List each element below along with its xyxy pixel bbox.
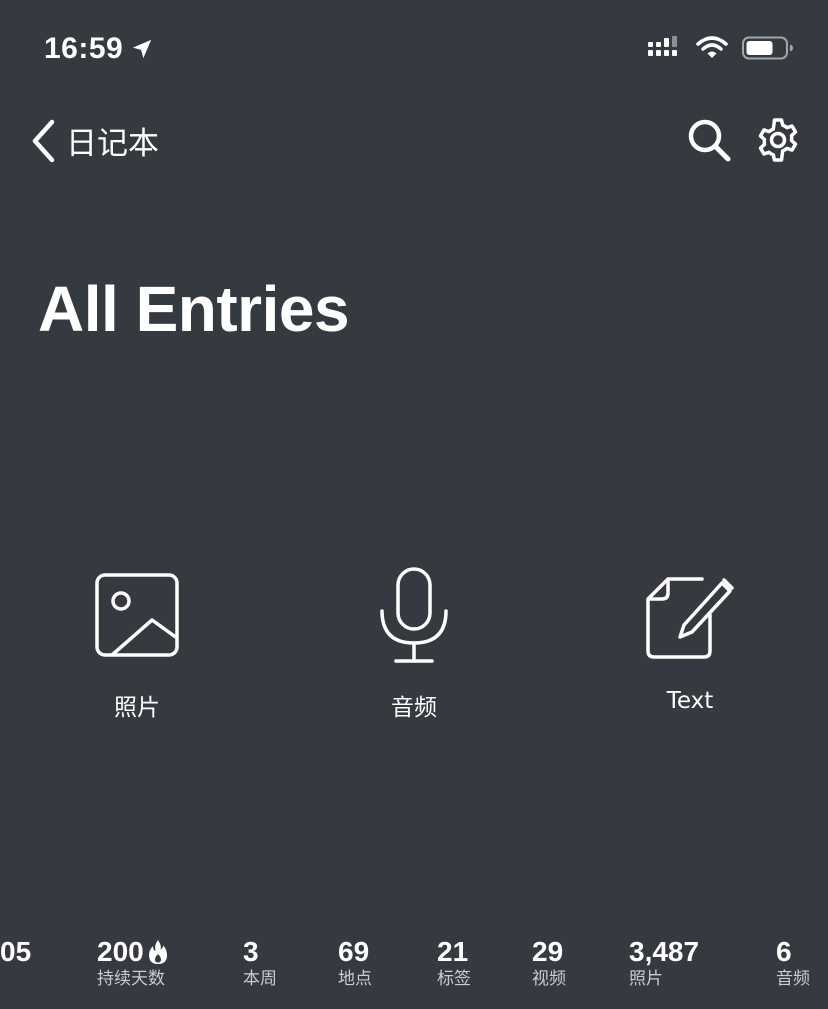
- status-bar: 16:59: [0, 0, 828, 100]
- gear-icon: [758, 118, 798, 162]
- flame-icon: [148, 940, 167, 964]
- status-time: 16:59: [44, 32, 153, 66]
- stat-value: 21: [437, 936, 469, 967]
- stat-label: 本周: [243, 969, 277, 989]
- stat-label: 地点: [338, 969, 372, 989]
- nav-bar: 日记本: [0, 110, 828, 170]
- stat-label: 照片: [629, 969, 663, 989]
- battery-icon: [742, 36, 793, 60]
- text-entry-label: Text: [666, 688, 714, 714]
- stat-item[interactable]: 3 本周: [243, 936, 277, 990]
- photo-icon-wrap: [94, 560, 180, 670]
- stat-label: 视频: [532, 969, 566, 989]
- stat-value-number: 200: [97, 936, 144, 967]
- text-entry-button[interactable]: Text: [590, 560, 790, 714]
- stat-item-streak[interactable]: 200 持续天数: [97, 936, 168, 990]
- search-icon: [688, 119, 731, 162]
- stat-item[interactable]: 05: [0, 936, 31, 968]
- stat-value: 05: [0, 936, 32, 967]
- stat-value: 6: [776, 936, 792, 967]
- stat-item[interactable]: 6 音频: [776, 936, 810, 990]
- microphone-icon: [380, 567, 448, 663]
- photo-icon: [95, 573, 179, 657]
- stat-value: 200: [97, 936, 168, 968]
- microphone-icon-wrap: [378, 560, 450, 670]
- stat-value: 3,487: [629, 936, 700, 967]
- audio-entry-label: 音频: [391, 695, 437, 721]
- stats-row[interactable]: 05 200 持续天数 3 本周 69 地点 21 标签 29 视频 3,487…: [0, 936, 828, 1009]
- stat-label: 持续天数: [97, 969, 165, 989]
- stat-label: 标签: [437, 969, 471, 989]
- stat-item[interactable]: 69 地点: [338, 936, 372, 990]
- location-arrow-icon: [133, 39, 152, 59]
- search-button[interactable]: [686, 117, 732, 163]
- settings-button[interactable]: [754, 116, 802, 164]
- entry-type-actions: 照片 音频 Text: [0, 560, 828, 730]
- stat-item[interactable]: 3,487 照片: [629, 936, 699, 990]
- stat-label: 音频: [776, 969, 810, 989]
- nav-actions: [686, 116, 802, 164]
- note-edit-icon: [646, 577, 734, 659]
- stat-value: 29: [532, 936, 564, 967]
- status-icons: [648, 36, 794, 60]
- back-button[interactable]: 日记本: [30, 118, 159, 163]
- signal-bars-icon: [648, 36, 677, 56]
- stat-item[interactable]: 29 视频: [532, 936, 566, 990]
- status-time-text: 16:59: [44, 32, 124, 65]
- chevron-left-icon: [32, 119, 55, 162]
- stat-item[interactable]: 21 标签: [437, 936, 471, 990]
- stat-value: 69: [338, 936, 370, 967]
- page-title: All Entries: [38, 273, 350, 345]
- photo-entry-label: 照片: [114, 695, 160, 721]
- wifi-icon: [696, 36, 728, 58]
- stat-value: 3: [243, 936, 259, 967]
- note-edit-icon-wrap: [644, 560, 736, 670]
- photo-entry-button[interactable]: 照片: [37, 560, 237, 722]
- audio-entry-button[interactable]: 音频: [314, 560, 514, 722]
- back-label: 日记本: [66, 126, 159, 162]
